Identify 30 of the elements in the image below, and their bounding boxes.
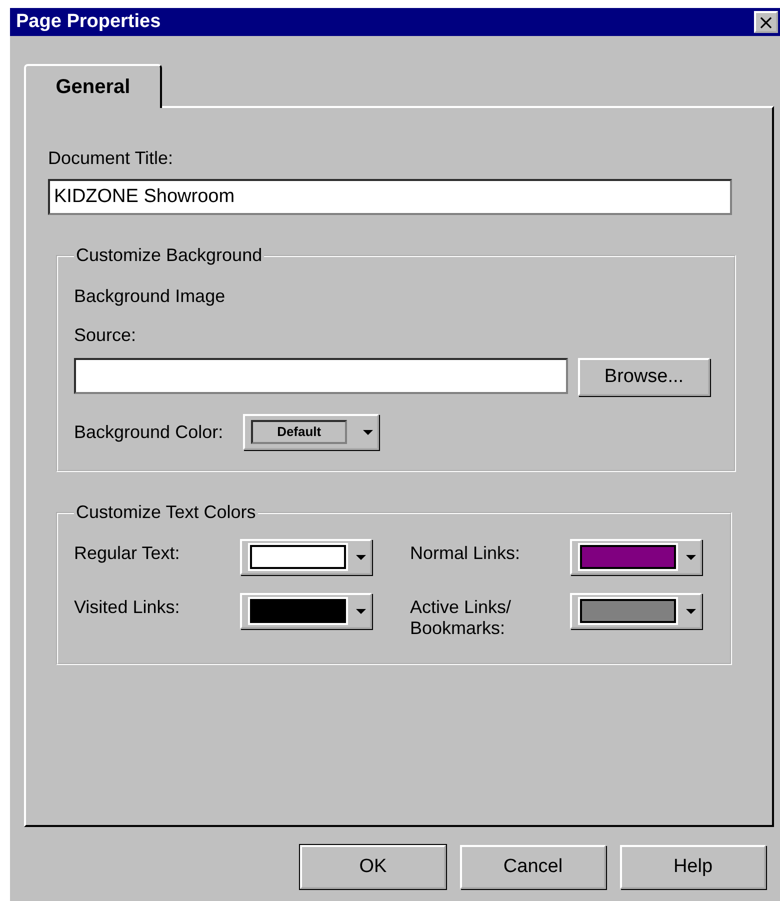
field-label: Regular Text: <box>74 543 181 564</box>
color-picker[interactable] <box>240 593 372 629</box>
tab[interactable]: General <box>24 64 162 108</box>
section-label: Background Image <box>74 286 226 307</box>
window-title: Page Properties <box>16 11 161 33</box>
field-label: Source: <box>74 325 138 346</box>
color-picker[interactable] <box>570 593 702 629</box>
field-label: Active Links/ Bookmarks: <box>410 597 512 639</box>
group-title: Customize Text Colors <box>75 502 257 523</box>
field-label: Visited Links: <box>74 597 181 618</box>
input-field[interactable] <box>74 358 568 394</box>
browse-button[interactable]: Browse... <box>578 358 710 396</box>
color-picker[interactable]: Default <box>243 414 380 450</box>
field-label: Background Color: <box>74 422 224 442</box>
dialog-button[interactable]: Help <box>620 845 766 889</box>
dropdown-arrow-icon <box>363 430 374 434</box>
group-title: Customize Background <box>75 245 264 266</box>
dropdown-arrow-icon <box>356 554 366 560</box>
field-label: Document Title: <box>48 148 174 169</box>
dropdown-arrow-icon <box>686 554 696 560</box>
close-button[interactable]: × <box>754 11 778 33</box>
dropdown-arrow-icon <box>686 608 696 614</box>
color-picker[interactable] <box>240 539 372 575</box>
dropdown-arrow-icon <box>356 608 366 614</box>
picker-value: Default <box>251 420 348 444</box>
color-picker[interactable] <box>570 539 702 575</box>
input-field[interactable]: KIDZONE Showroom <box>48 179 732 215</box>
dialog-button[interactable]: OK <box>300 845 446 889</box>
field-label: Normal Links: <box>410 543 522 564</box>
dialog-button[interactable]: Cancel <box>460 845 606 889</box>
